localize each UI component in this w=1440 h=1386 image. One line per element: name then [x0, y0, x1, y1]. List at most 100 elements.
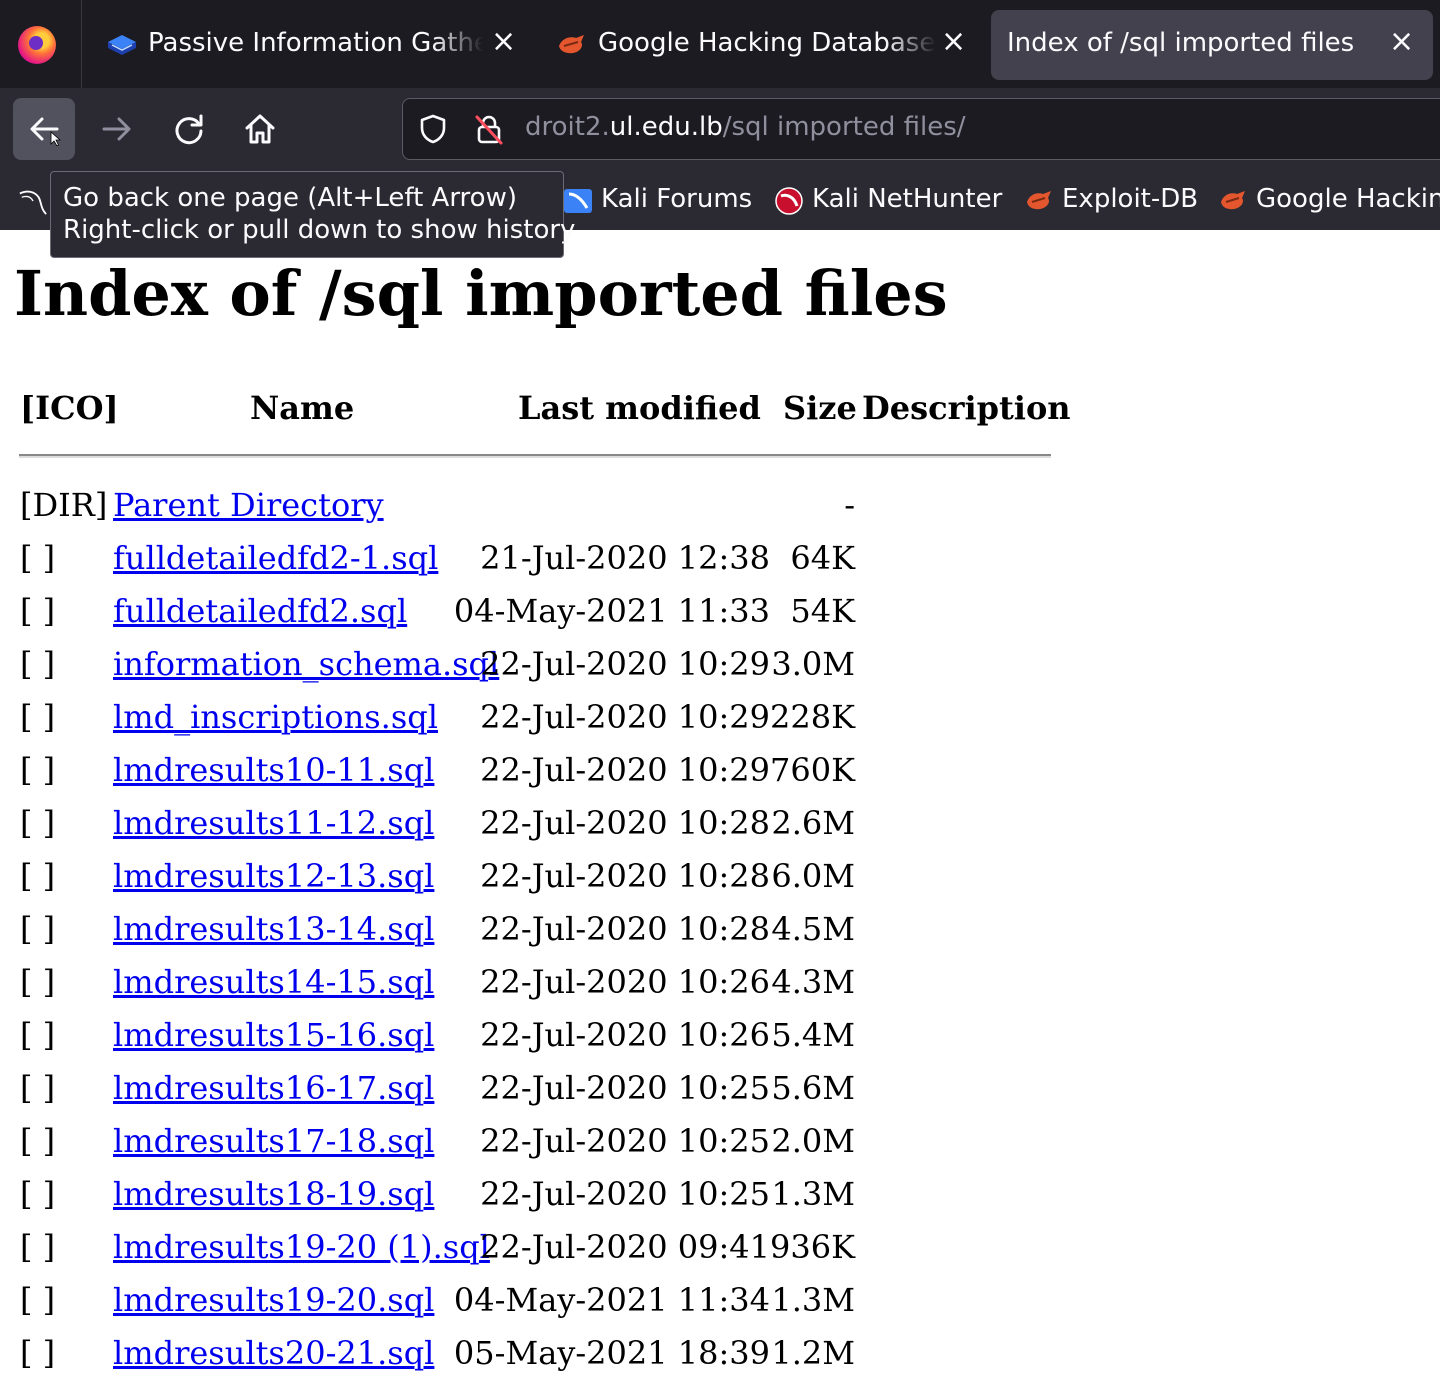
file-row: [ ] lmd_inscriptions.sql 22-Jul-2020 10:29… [0, 697, 1100, 750]
page-title: Index of /sql imported files [14, 257, 948, 330]
file-size: 64K [790, 539, 855, 577]
tracking-protection-shield-icon[interactable] [417, 113, 449, 145]
file-type-indicator: [ ] [20, 1016, 56, 1054]
file-row: [ ] fulldetailedfd2-1.sql 21-Jul-2020 12:3… [0, 538, 1100, 591]
last-modified-date: 04-May-2021 11:34 [453, 1281, 770, 1319]
file-type-indicator: [ ] [20, 645, 56, 683]
file-size: 4.3M [771, 963, 855, 1001]
sort-by-name-link[interactable]: Name [250, 388, 354, 428]
file-type-indicator: [ ] [20, 1281, 56, 1319]
last-modified-date: 22-Jul-2020 10:28 [480, 804, 770, 842]
sort-by-size-link[interactable]: Size [783, 388, 857, 428]
file-type-indicator: [ ] [20, 1334, 56, 1372]
bookmark-label: Exploit-DB [1062, 184, 1199, 214]
last-modified-date: 22-Jul-2020 09:41 [480, 1228, 770, 1266]
parent-directory-row: [DIR] Parent Directory - [0, 485, 1100, 538]
kali-dragon-icon [19, 190, 47, 215]
file-link[interactable]: lmdresults17-18.sql [113, 1121, 434, 1161]
file-link[interactable]: lmdresults16-17.sql [113, 1068, 434, 1108]
file-link[interactable]: lmdresults15-16.sql [113, 1015, 434, 1055]
file-type-indicator: [ ] [20, 857, 56, 895]
home-icon [245, 114, 275, 144]
file-link[interactable]: lmdresults11-12.sql [113, 803, 434, 843]
file-type-indicator: [ ] [20, 539, 56, 577]
exploit-db-icon [1027, 191, 1051, 210]
last-modified-date: 22-Jul-2020 10:25 [480, 1175, 770, 1213]
file-type-indicator: [ ] [20, 804, 56, 842]
file-type-indicator: [ ] [20, 963, 56, 1001]
file-link[interactable]: lmdresults10-11.sql [113, 750, 434, 790]
file-row: [ ] lmdresults16-17.sql 22-Jul-2020 10:25 5… [0, 1068, 1100, 1121]
file-link[interactable]: lmdresults19-20 (1).sql [113, 1227, 490, 1267]
tab-book-icon [106, 32, 138, 58]
file-link[interactable]: fulldetailedfd2-1.sql [113, 538, 438, 578]
file-type-indicator: [ ] [20, 1122, 56, 1160]
file-link[interactable]: lmdresults12-13.sql [113, 856, 434, 896]
file-row: [ ] lmdresults12-13.sql 22-Jul-2020 10:28 6… [0, 856, 1100, 909]
tooltip-line: Right-click or pull down to show history [63, 215, 576, 245]
tab-passive-information[interactable]: Passive Information Gathering × [106, 10, 518, 80]
insecure-lock-icon[interactable] [473, 113, 505, 145]
file-size: 1.3M [771, 1175, 855, 1213]
back-button[interactable] [13, 98, 75, 160]
file-link[interactable]: lmd_inscriptions.sql [113, 697, 438, 737]
sort-by-last-modified-link[interactable]: Last modified [518, 388, 761, 428]
file-type-indicator: [ ] [20, 698, 56, 736]
tab-title: Passive Information Gathering [148, 28, 483, 58]
file-size: 2.6M [771, 804, 855, 842]
file-size: 6.0M [771, 857, 855, 895]
firefox-menu-icon[interactable] [18, 26, 56, 64]
file-size: 5.6M [771, 1069, 855, 1107]
file-link[interactable]: information_schema.sql [113, 644, 499, 684]
file-link[interactable]: lmdresults19-20.sql [113, 1280, 434, 1320]
arrow-right-icon [102, 117, 131, 141]
tab-separator [81, 0, 82, 88]
file-row: [ ] lmdresults13-14.sql 22-Jul-2020 10:28 4… [0, 909, 1100, 962]
url-text[interactable]: droit2.ul.edu.lb/sql imported files/ [525, 112, 966, 142]
tab-close-icon[interactable]: × [1389, 24, 1414, 60]
file-link[interactable]: fulldetailedfd2.sql [113, 591, 407, 631]
file-size: 760K [770, 751, 855, 789]
file-size: 228K [770, 698, 855, 736]
file-type-indicator: [ ] [20, 1069, 56, 1107]
file-type-indicator: [ ] [20, 592, 56, 630]
file-type-indicator: [ ] [20, 1175, 56, 1213]
file-size: 4.5M [771, 910, 855, 948]
last-modified-date: 22-Jul-2020 10:28 [480, 857, 770, 895]
file-row: [ ] lmdresults15-16.sql 22-Jul-2020 10:26 5… [0, 1015, 1100, 1068]
tab-close-icon[interactable]: × [941, 24, 966, 60]
file-size: 3.0M [771, 645, 855, 683]
last-modified-date: 22-Jul-2020 10:29 [480, 751, 770, 789]
sort-by-description-link[interactable]: Description [862, 388, 1071, 428]
arrow-left-icon [30, 117, 61, 146]
last-modified-date: 22-Jul-2020 10:29 [480, 645, 770, 683]
exploit-db-icon [556, 32, 588, 58]
file-link[interactable]: lmdresults20-21.sql [113, 1333, 434, 1373]
address-bar[interactable]: droit2.ul.edu.lb/sql imported files/ [402, 98, 1440, 160]
reload-button[interactable] [158, 98, 220, 160]
url-scheme: droit2. [525, 112, 610, 142]
bookmark-label: Kali NetHunter [812, 184, 1003, 214]
file-row: [ ] fulldetailedfd2.sql 04-May-2021 11:33 5… [0, 591, 1100, 644]
file-size: 1.2M [771, 1334, 855, 1372]
file-link[interactable]: lmdresults14-15.sql [113, 962, 434, 1002]
reload-icon [175, 114, 203, 145]
file-link[interactable]: lmdresults13-14.sql [113, 909, 434, 949]
tab-google-hacking-database[interactable]: Google Hacking Database (GHDB) × [556, 10, 966, 80]
last-modified-date: 22-Jul-2020 10:29 [480, 698, 770, 736]
header-divider [19, 454, 1051, 458]
last-modified-date: 22-Jul-2020 10:25 [480, 1069, 770, 1107]
column-header-icon: [ICO] [20, 389, 119, 427]
last-modified-date: 22-Jul-2020 10:26 [480, 1016, 770, 1054]
last-modified-date: 22-Jul-2020 10:26 [480, 963, 770, 1001]
forward-button[interactable] [86, 98, 148, 160]
file-type-indicator: [ ] [20, 751, 56, 789]
tab-title: Google Hacking Database (GHDB) [598, 28, 936, 58]
tab-index-sql-imported-files[interactable]: Index of /sql imported files × [991, 10, 1433, 80]
tab-close-icon[interactable]: × [491, 24, 516, 60]
url-path: /sql imported files/ [722, 112, 966, 142]
parent-directory-link[interactable]: Parent Directory [113, 485, 384, 525]
home-button[interactable] [229, 98, 291, 160]
file-link[interactable]: lmdresults18-19.sql [113, 1174, 434, 1214]
last-modified-date: 05-May-2021 18:39 [453, 1334, 770, 1372]
